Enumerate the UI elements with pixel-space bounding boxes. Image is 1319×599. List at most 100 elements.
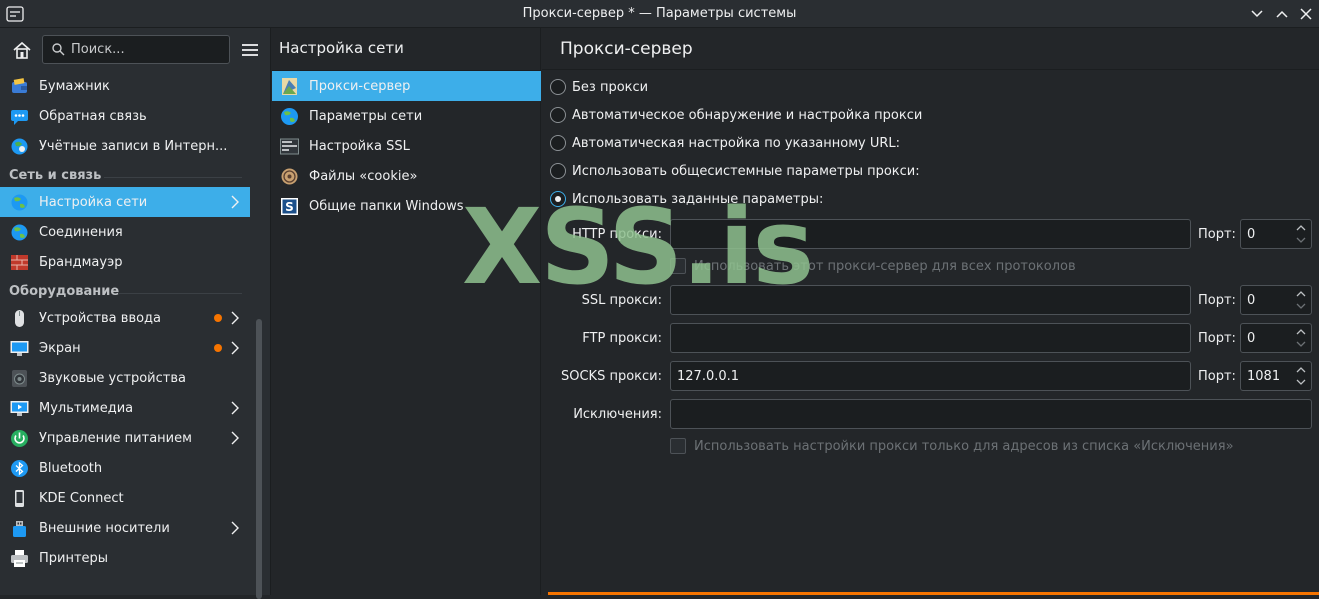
home-button[interactable] xyxy=(8,36,36,64)
exceptions-field[interactable] xyxy=(670,399,1312,429)
subcategory-label: Прокси-сервер xyxy=(309,78,411,94)
subcategory-label: Параметры сети xyxy=(309,108,423,124)
option-pac-url[interactable]: Автоматическая настройка по указанному U… xyxy=(550,132,900,154)
sidebar-item-input-devices[interactable]: Устройства ввода xyxy=(0,303,250,333)
sidebar-item-kde-connect[interactable]: KDE Connect xyxy=(0,483,250,513)
notification-dot xyxy=(214,344,222,352)
radio-button[interactable] xyxy=(550,163,566,179)
radio-button[interactable] xyxy=(550,79,566,95)
search-box[interactable] xyxy=(42,35,230,64)
subcategory-label: Настройка SSL xyxy=(309,138,410,154)
option-no-proxy[interactable]: Без прокси xyxy=(550,76,648,98)
hamburger-menu-icon[interactable] xyxy=(240,40,260,60)
sidebar-item-online-accounts[interactable]: Учётные записи в Интерн... xyxy=(0,131,250,161)
display-icon xyxy=(10,341,29,356)
socks-proxy-field[interactable] xyxy=(670,361,1191,391)
watermark-text: XSS.is xyxy=(462,186,814,308)
sidebar-item-printers[interactable]: Принтеры xyxy=(0,543,250,573)
sidebar-section-network: Сеть и связь xyxy=(0,161,250,187)
option-auto-detect[interactable]: Автоматическое обнаружение и настройка п… xyxy=(550,104,922,126)
sidebar-item-connections[interactable]: Соединения xyxy=(0,217,250,247)
ftp-port-input[interactable] xyxy=(1241,324,1293,352)
sidebar-item-audio[interactable]: Звуковые устройства xyxy=(0,363,250,393)
exceptions-only-checkbox[interactable]: Использовать настройки прокси только для… xyxy=(670,438,1234,454)
sidebar-item-label: Звуковые устройства xyxy=(39,370,186,386)
checkbox-label: Использовать настройки прокси только для… xyxy=(694,438,1234,454)
subcategory-item-network-params[interactable]: Параметры сети xyxy=(272,101,541,131)
wallet-icon xyxy=(12,78,27,93)
maximize-button[interactable] xyxy=(1272,4,1292,24)
sidebar-item-label: Bluetooth xyxy=(39,460,103,476)
sidebar-item-firewall[interactable]: Брандмауэр xyxy=(0,247,250,277)
sidebar-item-label: Управление питанием xyxy=(39,430,192,446)
sidebar-list: Бумажник Обратная связь Учётные записи в… xyxy=(0,71,250,573)
section-divider xyxy=(118,293,242,294)
chevron-right-icon xyxy=(231,195,239,209)
title-bar: Прокси-сервер * — Параметры системы xyxy=(0,0,1319,28)
option-system-proxy[interactable]: Использовать общесистемные параметры про… xyxy=(550,160,920,182)
socks-port-input[interactable] xyxy=(1241,362,1293,390)
online-accounts-icon xyxy=(11,138,28,155)
subcategory-panel: Настройка сети Прокси-сервер Параметры с… xyxy=(272,28,541,595)
spin-arrows-icon[interactable] xyxy=(1295,223,1307,245)
sidebar-item-wallet[interactable]: Бумажник xyxy=(0,71,250,101)
spin-arrows-icon[interactable] xyxy=(1295,289,1307,311)
usb-drive-icon xyxy=(13,521,26,537)
sidebar-item-display[interactable]: Экран xyxy=(0,333,250,363)
socks-port-spinbox[interactable] xyxy=(1240,361,1312,391)
ftp-proxy-input[interactable] xyxy=(671,324,1190,352)
svg-text:S: S xyxy=(285,200,294,214)
spin-arrows-icon[interactable] xyxy=(1295,327,1307,349)
home-icon xyxy=(13,41,31,59)
firewall-icon xyxy=(11,255,28,270)
chevron-right-icon xyxy=(231,311,239,325)
sidebar-item-label: Принтеры xyxy=(39,550,109,566)
page-title: Прокси-сервер xyxy=(560,39,693,59)
chevron-right-icon xyxy=(231,401,239,415)
socks-proxy-label: SOCKS прокси: xyxy=(560,369,662,384)
sidebar-item-removable-storage[interactable]: Внешние носители xyxy=(0,513,250,543)
proxy-settings-panel: Прокси-сервер Без прокси Автоматическое … xyxy=(542,28,1319,595)
http-port-spinbox[interactable] xyxy=(1240,219,1312,249)
sidebar-item-feedback[interactable]: Обратная связь xyxy=(0,101,250,131)
sidebar-item-label: Обратная связь xyxy=(39,108,147,124)
sidebar-item-label: Экран xyxy=(39,340,81,356)
sidebar-item-multimedia[interactable]: Мультимедиа xyxy=(0,393,250,423)
globe-icon xyxy=(281,108,298,125)
search-input[interactable] xyxy=(69,36,225,63)
ftp-port-spinbox[interactable] xyxy=(1240,323,1312,353)
subcategory-label: Общие папки Windows xyxy=(309,198,464,214)
sidebar-item-network-settings[interactable]: Настройка сети xyxy=(0,187,250,217)
option-label: Без прокси xyxy=(572,79,649,95)
radio-button[interactable] xyxy=(550,107,566,123)
sidebar-scrollbar[interactable] xyxy=(256,319,262,599)
sidebar-item-label: Мультимедиа xyxy=(39,400,134,416)
sidebar-item-bluetooth[interactable]: Bluetooth xyxy=(0,453,250,483)
sidebar-item-label: KDE Connect xyxy=(39,490,124,506)
section-title: Сеть и связь xyxy=(9,168,102,183)
kde-connect-icon xyxy=(15,490,24,507)
ftp-proxy-field[interactable] xyxy=(670,323,1191,353)
chevron-right-icon xyxy=(231,431,239,445)
sidebar-item-label: Учётные записи в Интерн... xyxy=(39,138,228,154)
subcategory-item-ssl[interactable]: Настройка SSL xyxy=(272,131,541,161)
minimize-button[interactable] xyxy=(1247,4,1267,24)
subcategory-item-proxy[interactable]: Прокси-сервер xyxy=(272,71,541,101)
exceptions-label: Исключения: xyxy=(573,407,662,422)
ssl-port-input[interactable] xyxy=(1241,286,1293,314)
option-label: Автоматическая настройка по указанному U… xyxy=(572,135,900,151)
exceptions-input[interactable] xyxy=(671,400,1311,428)
sidebar: Бумажник Обратная связь Учётные записи в… xyxy=(0,28,271,599)
sidebar-item-label: Брандмауэр xyxy=(39,254,123,270)
section-divider xyxy=(104,177,242,178)
ssl-icon xyxy=(280,138,299,155)
http-port-input[interactable] xyxy=(1241,220,1293,248)
spin-arrows-icon[interactable] xyxy=(1295,365,1307,387)
ssl-port-label: Порт: xyxy=(1198,293,1236,308)
radio-button[interactable] xyxy=(550,135,566,151)
checkbox[interactable] xyxy=(670,438,686,454)
socks-proxy-input[interactable] xyxy=(671,362,1190,390)
ssl-port-spinbox[interactable] xyxy=(1240,285,1312,315)
sidebar-item-power[interactable]: Управление питанием xyxy=(0,423,250,453)
close-button[interactable] xyxy=(1296,4,1316,24)
